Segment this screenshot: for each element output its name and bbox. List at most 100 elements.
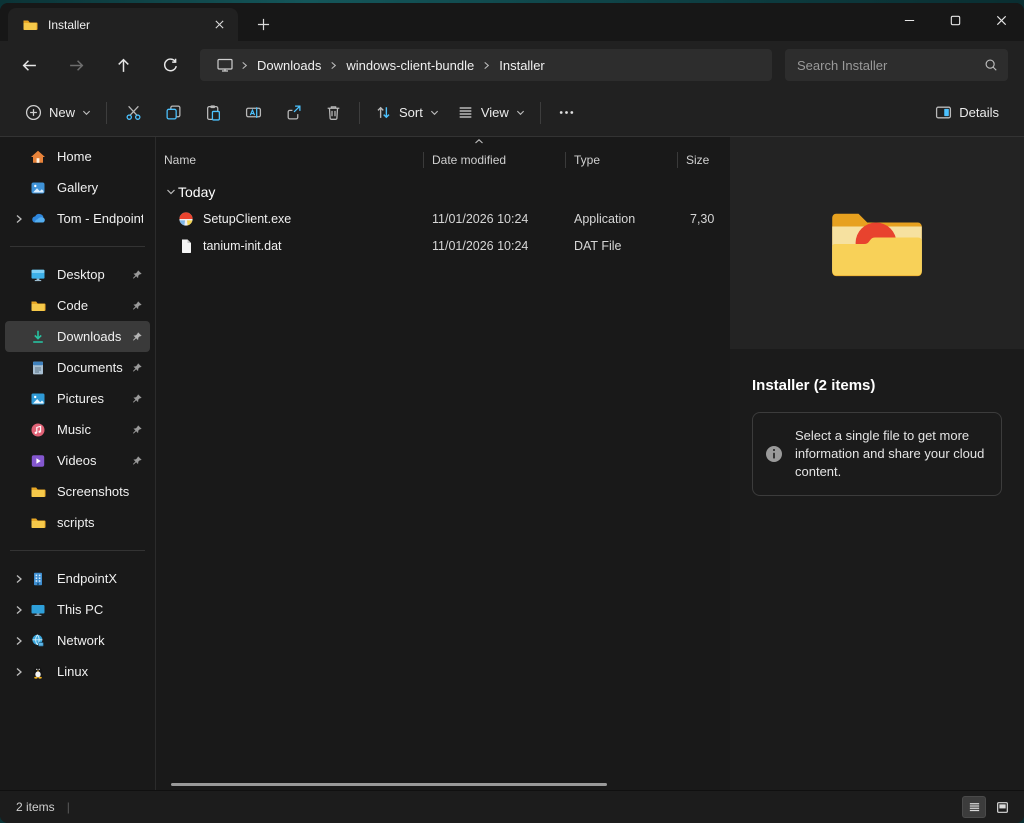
chevron-down-icon[interactable] <box>156 187 178 197</box>
cut-button[interactable] <box>113 96 153 130</box>
refresh-button[interactable] <box>153 48 187 82</box>
paste-button[interactable] <box>193 96 233 130</box>
chevron-down-icon <box>430 108 439 117</box>
new-tab-button[interactable] <box>250 11 276 37</box>
sidebar-item-gallery[interactable]: Gallery <box>5 172 150 203</box>
file-type: Application <box>566 212 678 226</box>
view-label: View <box>481 105 509 120</box>
forward-button[interactable] <box>59 48 93 82</box>
breadcrumb-downloads[interactable]: Downloads <box>249 58 329 73</box>
details-label: Details <box>959 105 999 120</box>
sort-button[interactable]: Sort <box>366 97 448 128</box>
column-header-date-modified[interactable]: Date modified <box>424 152 566 168</box>
close-button[interactable] <box>978 3 1024 37</box>
minimize-button[interactable] <box>886 3 932 37</box>
toolbar-divider <box>106 102 107 124</box>
sidebar-item-this-pc[interactable]: This PC <box>5 594 150 625</box>
this-pc-icon[interactable] <box>210 57 240 73</box>
chevron-right-icon <box>482 61 491 70</box>
desktop-icon <box>29 267 47 283</box>
file-date: 11/01/2026 10:24 <box>424 212 566 226</box>
pin-icon <box>131 424 143 436</box>
sidebar-item-pictures[interactable]: Pictures <box>5 383 150 414</box>
view-button[interactable]: View <box>448 97 534 128</box>
sidebar-item-scripts[interactable]: scripts <box>5 507 150 538</box>
delete-button[interactable] <box>313 96 353 130</box>
search-input[interactable] <box>797 58 984 73</box>
sidebar-item-linux[interactable]: Linux <box>5 656 150 687</box>
chevron-right-icon[interactable] <box>5 605 29 615</box>
tab-title: Installer <box>48 18 208 32</box>
details-pane-icon <box>935 104 952 121</box>
sidebar-item-screenshots[interactable]: Screenshots <box>5 476 150 507</box>
explorer-tab[interactable]: Installer <box>8 8 238 41</box>
pin-icon <box>131 300 143 312</box>
preview-thumbnail-area <box>730 137 1024 349</box>
status-divider: | <box>67 800 70 814</box>
horizontal-scrollbar[interactable] <box>171 783 607 786</box>
new-button[interactable]: New <box>16 97 100 128</box>
chevron-right-icon[interactable] <box>5 667 29 677</box>
sort-arrows-icon <box>375 104 392 121</box>
sidebar-divider <box>10 246 145 247</box>
breadcrumb-installer[interactable]: Installer <box>491 58 553 73</box>
preview-details: Installer (2 items) Select a single file… <box>730 349 1024 790</box>
sidebar-item-network[interactable]: Network <box>5 625 150 656</box>
command-toolbar: New Sort <box>0 89 1024 137</box>
plus-circle-icon <box>25 104 42 121</box>
more-options-button[interactable] <box>547 96 587 130</box>
tab-close-icon[interactable] <box>208 14 230 36</box>
folder-icon <box>29 484 47 500</box>
tab-bar: Installer <box>0 3 1024 41</box>
file-row-setupclient[interactable]: SetupClient.exe 11/01/2026 10:24 Applica… <box>156 205 730 232</box>
large-icons-view-toggle[interactable] <box>990 796 1014 818</box>
sidebar-item-desktop[interactable]: Desktop <box>5 259 150 290</box>
chevron-right-icon[interactable] <box>5 636 29 646</box>
folder-icon <box>29 515 47 531</box>
search-icon[interactable] <box>984 58 998 72</box>
sidebar-item-documents[interactable]: Documents <box>5 352 150 383</box>
sidebar-item-videos[interactable]: Videos <box>5 445 150 476</box>
details-view-toggle[interactable] <box>962 796 986 818</box>
breadcrumb-windows-client-bundle[interactable]: windows-client-bundle <box>338 58 482 73</box>
back-button[interactable] <box>12 48 46 82</box>
column-header-type[interactable]: Type <box>566 152 678 168</box>
maximize-button[interactable] <box>932 3 978 37</box>
sidebar-item-downloads[interactable]: Downloads <box>5 321 150 352</box>
chevron-right-icon[interactable] <box>5 574 29 584</box>
sidebar: Home Gallery Tom - EndpointX <box>0 137 156 790</box>
sidebar-item-endpointx[interactable]: EndpointX <box>5 563 150 594</box>
file-name: tanium-init.dat <box>203 239 282 253</box>
sidebar-item-onedrive[interactable]: Tom - EndpointX <box>5 203 150 234</box>
sort-ascending-icon <box>474 138 484 145</box>
pin-icon <box>131 269 143 281</box>
videos-icon <box>29 453 47 469</box>
sidebar-item-music[interactable]: Music <box>5 414 150 445</box>
chevron-right-icon[interactable] <box>5 214 29 224</box>
pictures-icon <box>29 391 47 407</box>
details-pane-button[interactable]: Details <box>926 97 1008 128</box>
window-controls <box>886 3 1024 37</box>
pin-icon <box>131 331 143 343</box>
status-bar: 2 items | <box>0 790 1024 823</box>
column-header-name[interactable]: Name <box>156 152 424 168</box>
column-header-size[interactable]: Size <box>678 152 730 168</box>
open-folder-preview-icon <box>830 206 924 280</box>
group-header-today[interactable]: Today <box>156 179 730 205</box>
pin-icon <box>131 362 143 374</box>
rename-button[interactable] <box>233 96 273 130</box>
up-button[interactable] <box>106 48 140 82</box>
copy-button[interactable] <box>153 96 193 130</box>
preview-info-card: Select a single file to get more informa… <box>752 412 1002 496</box>
sidebar-item-home[interactable]: Home <box>5 141 150 172</box>
setup-exe-icon <box>178 211 194 227</box>
folder-icon <box>29 298 47 314</box>
preview-title: Installer (2 items) <box>752 377 1002 394</box>
file-row-tanium-init[interactable]: tanium-init.dat 11/01/2026 10:24 DAT Fil… <box>156 232 730 259</box>
info-icon <box>765 445 783 463</box>
file-name: SetupClient.exe <box>203 212 291 226</box>
group-label: Today <box>178 184 215 200</box>
sidebar-item-code[interactable]: Code <box>5 290 150 321</box>
share-button[interactable] <box>273 96 313 130</box>
linux-penguin-icon <box>29 664 47 680</box>
